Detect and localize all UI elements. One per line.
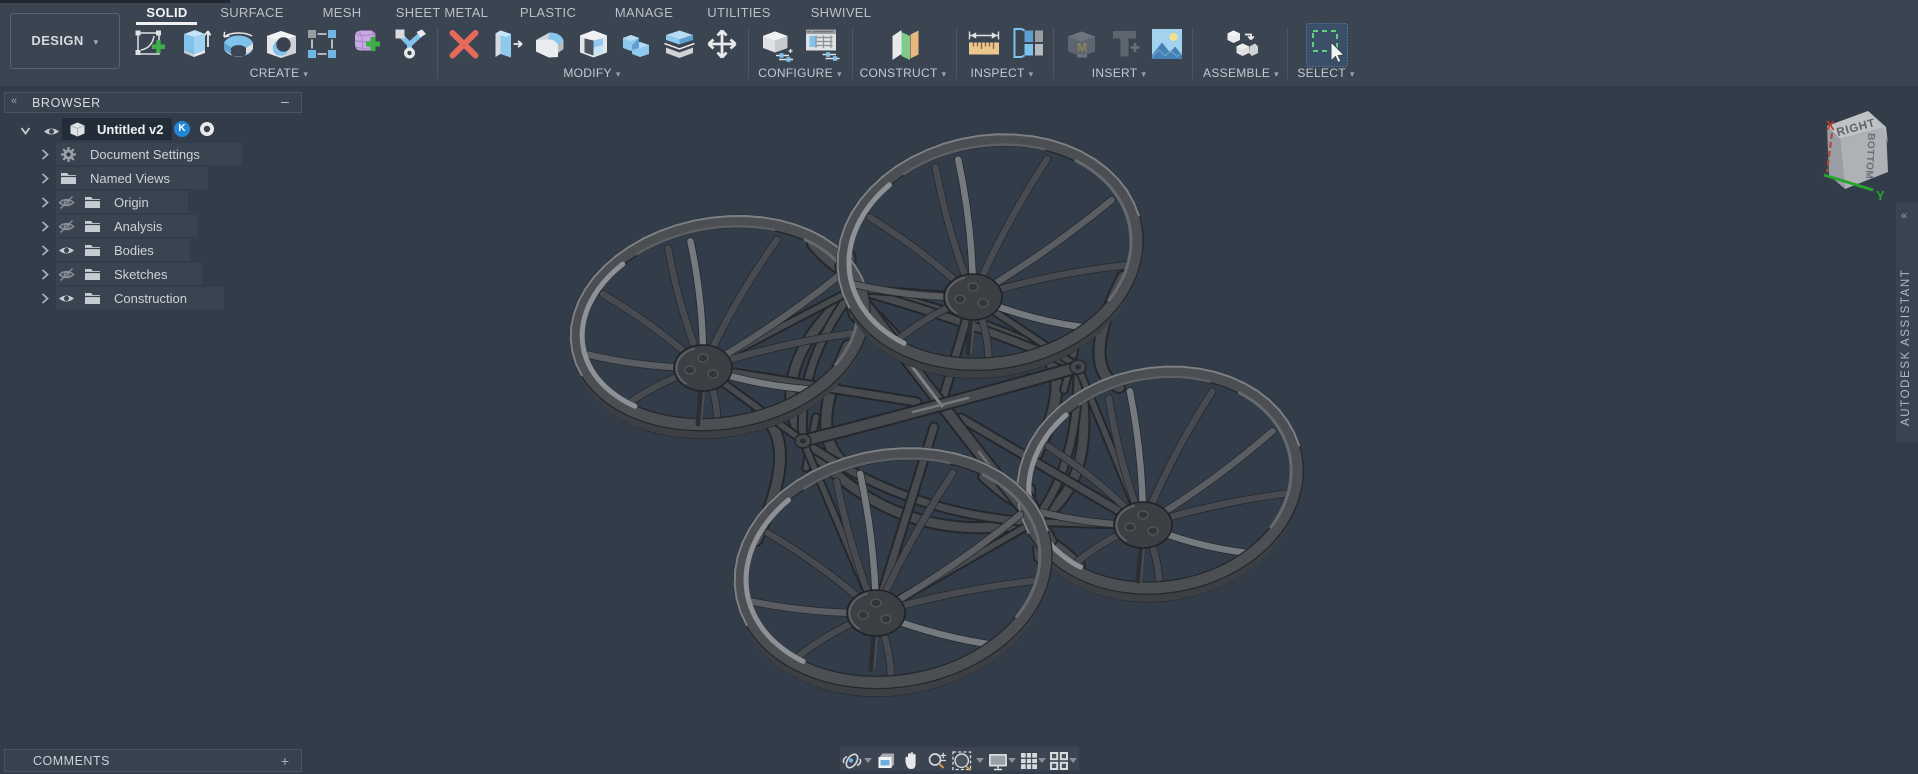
svg-text:X: X [1826, 118, 1835, 133]
svg-text:Y: Y [1876, 188, 1885, 203]
svg-text:M: M [1077, 41, 1087, 55]
